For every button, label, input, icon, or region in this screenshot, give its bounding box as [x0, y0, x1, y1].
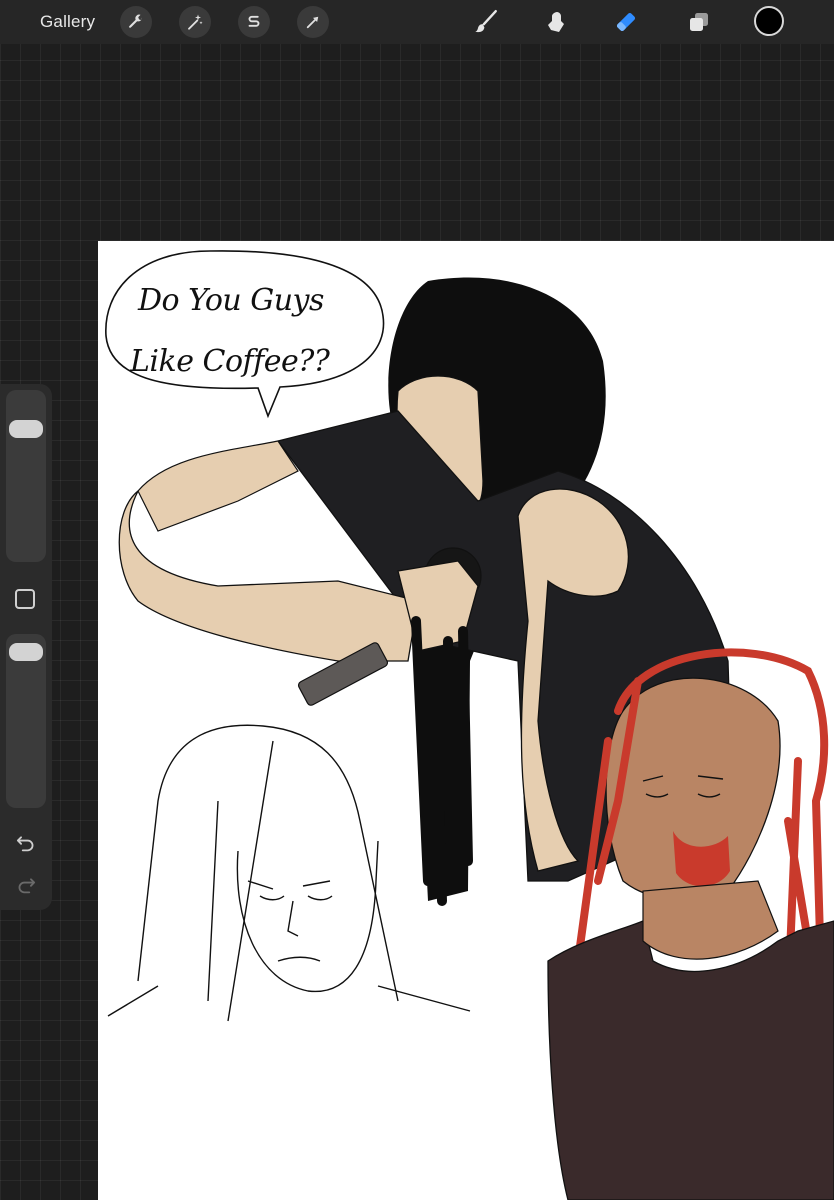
- redhead-shirt: [547, 920, 834, 1200]
- transform-button[interactable]: [297, 6, 329, 38]
- artwork: [105, 250, 834, 1200]
- layers-icon: [690, 13, 708, 31]
- gallery-button[interactable]: Gallery: [40, 12, 95, 32]
- top-toolbar: Gallery: [0, 0, 834, 44]
- color-picker-button[interactable]: [754, 6, 784, 36]
- sidebar: [0, 384, 52, 910]
- lineart-hair: [137, 724, 399, 1022]
- redhead-neck: [642, 880, 779, 960]
- lineart-face: [236, 840, 379, 993]
- smudge-button[interactable]: [540, 6, 572, 38]
- redo-button[interactable]: [13, 872, 39, 898]
- undo-button[interactable]: [13, 830, 39, 856]
- opacity-thumb[interactable]: [9, 643, 43, 661]
- magic-wand-icon: [188, 14, 203, 30]
- smudge-icon: [548, 12, 564, 32]
- eraser-icon: [616, 12, 636, 32]
- brush-size-thumb[interactable]: [9, 419, 43, 438]
- singer-arm-upper: [137, 440, 299, 532]
- selection-s-icon: [248, 15, 260, 27]
- opacity-slider[interactable]: [6, 634, 46, 808]
- arrow-cursor-icon: [306, 16, 319, 29]
- actions-button[interactable]: [120, 6, 152, 38]
- brush-size-slider[interactable]: [6, 390, 46, 562]
- speech-bubble: [105, 250, 385, 419]
- adjustments-button[interactable]: [179, 6, 211, 38]
- brush-button[interactable]: [470, 6, 502, 38]
- speech-bubble-line-1: Do You Guys: [138, 283, 324, 318]
- eraser-button[interactable]: [610, 6, 642, 38]
- drawing-canvas[interactable]: Do You Guys Like Coffee??: [98, 241, 834, 1200]
- layers-button[interactable]: [683, 6, 715, 38]
- brush-icon: [475, 9, 497, 33]
- undo-icon: [16, 836, 34, 852]
- wrench-icon: [128, 14, 143, 28]
- speech-bubble-line-2: Like Coffee??: [130, 344, 330, 379]
- modify-button[interactable]: [15, 589, 35, 609]
- selection-button[interactable]: [238, 6, 270, 38]
- redo-icon: [18, 878, 36, 894]
